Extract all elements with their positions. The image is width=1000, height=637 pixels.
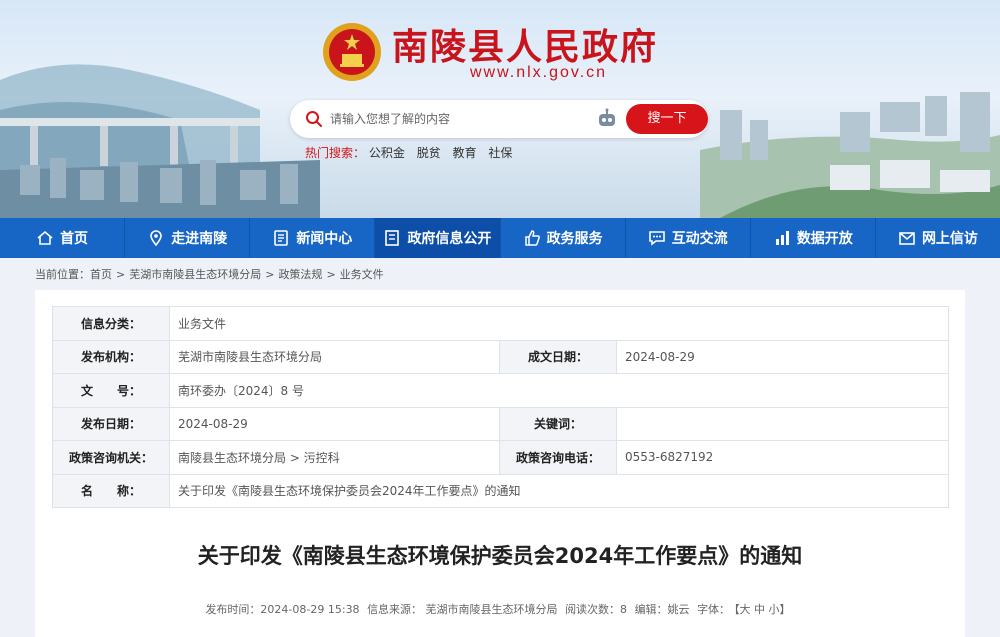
breadcrumb-item-home[interactable]: 首页: [90, 268, 112, 281]
nav-label: 新闻中心: [296, 231, 353, 247]
doc-name-value: 关于印发《南陵县生态环境保护委员会2024年工作要点》的通知: [169, 473, 949, 508]
document-info-table: 信息分类： 业务文件 发布机构： 芜湖市南陵县生态环境分局 成文日期： 2024…: [52, 306, 949, 508]
nav-item-gov-info[interactable]: 政府信息公开: [375, 218, 501, 258]
nav-label: 政务服务: [546, 231, 603, 247]
read-count: 阅读次数：8: [565, 603, 628, 616]
table-row: 政策咨询机关： 南陵县生态环境分局 > 污控科 政策咨询电话： 0553-682…: [52, 440, 949, 475]
breadcrumb-separator: >: [116, 268, 126, 281]
home-icon: [37, 230, 53, 245]
nav-label: 政府信息公开: [407, 231, 492, 247]
nav-item-home[interactable]: 首页: [0, 218, 126, 258]
nav-label: 走进南陵: [171, 231, 228, 247]
font-size-label: 字体：: [697, 603, 731, 616]
nav-item-open-data[interactable]: 数据开放: [751, 218, 876, 258]
breadcrumb-item-bureau[interactable]: 芜湖市南陵县生态环境分局: [129, 268, 261, 281]
table-row: 发布机构： 芜湖市南陵县生态环境分局 成文日期： 2024-08-29: [52, 339, 949, 374]
thumbs-up-icon: [524, 230, 540, 246]
breadcrumb-item-business-docs[interactable]: 业务文件: [340, 268, 384, 281]
hot-search-label: 热门搜索：: [305, 146, 366, 160]
location-icon: [150, 230, 162, 247]
keywords-value: [616, 406, 949, 441]
chat-icon: [648, 231, 665, 246]
chart-icon: [775, 231, 789, 245]
site-title: 南陵县人民政府: [392, 26, 659, 68]
national-emblem-icon: [323, 23, 381, 81]
hot-search: 热门搜索： 公积金 脱贫 教育 社保: [305, 144, 520, 161]
nav-item-about[interactable]: 走进南陵: [125, 218, 251, 258]
breadcrumb-item-policy[interactable]: 政策法规: [278, 268, 322, 281]
font-size-control[interactable]: 【大 中 小】: [734, 603, 791, 616]
consult-phone-label: 政策咨询电话：: [499, 440, 617, 475]
search-button[interactable]: 搜一下: [626, 104, 708, 134]
breadcrumb-separator: >: [265, 268, 275, 281]
news-icon: [274, 230, 289, 246]
nav-item-services[interactable]: 政务服务: [501, 218, 626, 258]
hot-search-item[interactable]: 教育: [453, 146, 477, 160]
publish-date-value: 2024-08-29: [169, 406, 500, 441]
table-row: 信息分类： 业务文件: [52, 306, 949, 341]
main-nav: 首页 走进南陵 新闻中心 政府信息公开 政务服务 互动交流 数据开放 网上信访: [0, 218, 1000, 258]
nav-label: 首页: [60, 231, 89, 247]
site-url: www.nlx.gov.cn: [470, 64, 608, 81]
article-title: 关于印发《南陵县生态环境保护委员会2024年工作要点》的通知: [197, 544, 803, 568]
table-row: 文 号： 南环委办〔2024〕8 号: [52, 373, 949, 408]
keywords-label: 关键词：: [499, 406, 617, 441]
created-date-label: 成文日期：: [499, 339, 617, 374]
hot-search-item[interactable]: 脱贫: [417, 146, 441, 160]
nav-label: 数据开放: [796, 231, 853, 247]
doc-name-label: 名 称：: [52, 473, 170, 508]
info-source: 信息来源： 芜湖市南陵县生态环境分局: [367, 603, 558, 616]
search-icon: [306, 111, 322, 127]
publish-date-label: 发布日期：: [52, 406, 170, 441]
table-row: 名 称： 关于印发《南陵县生态环境保护委员会2024年工作要点》的通知: [52, 473, 949, 508]
article-meta: 发布时间：2024-08-29 15:38 信息来源： 芜湖市南陵县生态环境分局…: [35, 601, 965, 617]
publish-time: 发布时间：2024-08-29 15:38: [205, 603, 360, 616]
mail-icon: [899, 232, 915, 245]
category-value: 业务文件: [169, 306, 949, 341]
breadcrumb: 当前位置：首页 > 芜湖市南陵县生态环境分局 > 政策法规 > 业务文件: [35, 266, 384, 282]
consult-org-value: 南陵县生态环境分局 > 污控科: [169, 440, 500, 475]
nav-label: 互动交流: [671, 231, 728, 247]
editor: 编辑：姚云: [634, 603, 690, 616]
nav-label: 网上信访: [921, 231, 978, 247]
publisher-label: 发布机构：: [52, 339, 170, 374]
robot-assistant-icon[interactable]: [596, 108, 618, 130]
doc-number-label: 文 号：: [52, 373, 170, 408]
table-row: 发布日期： 2024-08-29 关键词：: [52, 406, 949, 441]
hot-search-item[interactable]: 社保: [488, 146, 512, 160]
nav-item-petition[interactable]: 网上信访: [876, 218, 1000, 258]
document-icon: [385, 230, 400, 246]
search-bar: 搜一下: [290, 100, 708, 138]
consult-phone-value: 0553-6827192: [616, 440, 949, 475]
search-input[interactable]: [330, 108, 590, 130]
hot-search-item[interactable]: 公积金: [369, 146, 405, 160]
breadcrumb-separator: >: [326, 268, 336, 281]
nav-item-interaction[interactable]: 互动交流: [626, 218, 751, 258]
doc-number-value: 南环委办〔2024〕8 号: [169, 373, 949, 408]
category-label: 信息分类：: [52, 306, 170, 341]
breadcrumb-prefix: 当前位置：: [35, 268, 90, 281]
publisher-value: 芜湖市南陵县生态环境分局: [169, 339, 500, 374]
header-banner: 南陵县人民政府 www.nlx.gov.cn 搜一下 热门搜索： 公积金 脱贫 …: [0, 0, 1000, 218]
consult-org-label: 政策咨询机关：: [52, 440, 170, 475]
nav-item-news[interactable]: 新闻中心: [250, 218, 376, 258]
created-date-value: 2024-08-29: [616, 339, 949, 374]
article-container: 信息分类： 业务文件 发布机构： 芜湖市南陵县生态环境分局 成文日期： 2024…: [35, 290, 965, 637]
